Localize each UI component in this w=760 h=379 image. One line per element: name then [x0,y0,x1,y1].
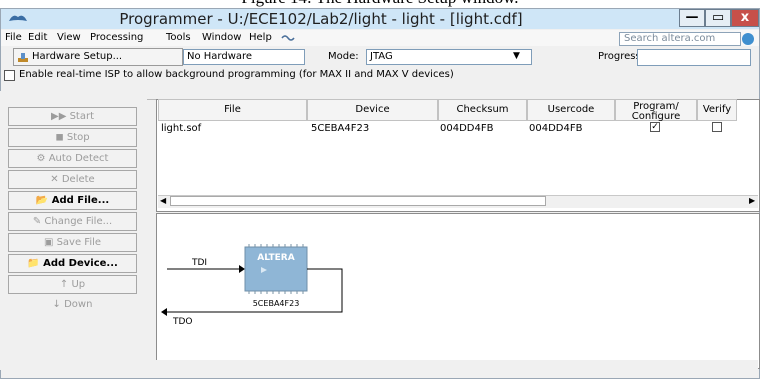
mode-label: Mode: [328,51,359,62]
scroll-right-icon[interactable]: ▶ [749,196,755,205]
hardware-setup-label: Hardware Setup... [32,51,123,62]
hardware-icon [18,53,28,62]
chain-svg: TDI ALTERA 5CEBA4F23 TDO [161,244,343,327]
search-input[interactable]: Search altera.com [619,32,741,46]
add-device-button[interactable]: 📁 Add Device... [8,254,137,273]
down-label: Down [64,299,93,310]
start-button[interactable]: ▶▶ Start [8,107,137,126]
chevron-down-icon[interactable]: ▼ [513,51,520,61]
globe-icon[interactable] [742,33,754,45]
figure-caption: Figure 14: The Hardware Setup window. [0,0,760,8]
change-file-icon: ✎ [32,216,45,227]
hardware-field: No Hardware [183,49,305,65]
scroll-left-icon[interactable]: ◀ [160,196,166,205]
add-device-icon: 📁 [27,258,44,269]
progress-bar [637,49,751,66]
status-bar [0,360,758,370]
auto-detect-label: Auto Detect [48,153,109,164]
col-verify[interactable]: Verify [697,99,737,121]
cell-device[interactable]: 5CEBA4F23 [311,123,369,134]
tdi-label: TDI [191,258,207,268]
auto-detect-icon: ⚙ [36,153,49,164]
col-file[interactable]: File [158,99,307,121]
stop-label: Stop [66,132,90,143]
start-icon: ▶▶ [51,111,70,122]
tdi-arrow [239,265,245,273]
down-icon: ↓ [52,299,65,310]
change-file-button[interactable]: ✎ Change File... [8,212,137,231]
add-device-label: Add Device... [43,258,118,269]
hardware-setup-button[interactable]: Hardware Setup... [13,48,183,66]
action-sidebar: ▶▶ Start ◼ Stop ⚙ Auto Detect ✕ Delete 📂… [0,91,147,369]
save-file-icon: ▣ [43,237,57,248]
start-label: Start [69,111,94,122]
isp-checkbox[interactable] [4,70,15,81]
tdo-arrow [161,308,167,316]
cell-usercode[interactable]: 004DD4FB [529,123,582,134]
close-button[interactable]: x [731,9,759,27]
chip-device-label: 5CEBA4F23 [253,299,300,308]
title-bar: Programmer - U:/ECE102/Lab2/light - ligh… [1,9,759,29]
menu-processing[interactable]: Processing [90,32,143,43]
tdo-label: TDO [172,317,193,327]
down-button[interactable]: ↓ Down [8,296,137,315]
delete-icon: ✕ [50,174,62,185]
col-program[interactable]: Program/ Configure [615,99,697,122]
menu-window[interactable]: Window [202,32,241,43]
menu-file[interactable]: File [5,32,22,43]
stop-icon: ◼ [55,132,67,143]
help-icon[interactable] [281,33,295,43]
col-usercode[interactable]: Usercode [527,99,615,121]
up-button[interactable]: ↑ Up [8,275,137,294]
isp-label: Enable real-time ISP to allow background… [19,69,454,80]
menu-tools[interactable]: Tools [166,32,191,43]
menu-view[interactable]: View [57,32,81,43]
cell-file[interactable]: light.sof [161,123,201,134]
save-file-label: Save File [56,237,102,248]
add-file-icon: 📂 [35,195,52,206]
stop-button[interactable]: ◼ Stop [8,128,137,147]
up-icon: ↑ [59,279,72,290]
jtag-chain-diagram: TDI ALTERA 5CEBA4F23 TDO [156,213,760,369]
change-file-label: Change File... [44,216,113,227]
save-file-button[interactable]: ▣ Save File [8,233,137,252]
scrollbar-thumb[interactable] [170,196,546,206]
maximize-button[interactable]: ▭ [705,9,731,27]
menu-edit[interactable]: Edit [28,32,47,43]
up-label: Up [71,279,86,290]
menu-help[interactable]: Help [249,32,272,43]
minimize-button[interactable]: — [679,9,705,27]
cell-checksum[interactable]: 004DD4FB [440,123,493,134]
delete-label: Delete [61,174,95,185]
col-checksum[interactable]: Checksum [438,99,527,121]
window-title: Programmer - U:/ECE102/Lab2/light - ligh… [119,10,523,28]
auto-detect-button[interactable]: ⚙ Auto Detect [8,149,137,168]
mode-select[interactable]: JTAG [366,49,532,65]
verify-checkbox[interactable] [712,122,722,132]
add-file-label: Add File... [51,195,110,206]
col-device[interactable]: Device [307,99,438,121]
delete-button[interactable]: ✕ Delete [8,170,137,189]
chip-logo: ALTERA [257,253,294,263]
add-file-button[interactable]: 📂 Add File... [8,191,137,210]
program-checkbox[interactable]: ✓ [650,122,660,132]
